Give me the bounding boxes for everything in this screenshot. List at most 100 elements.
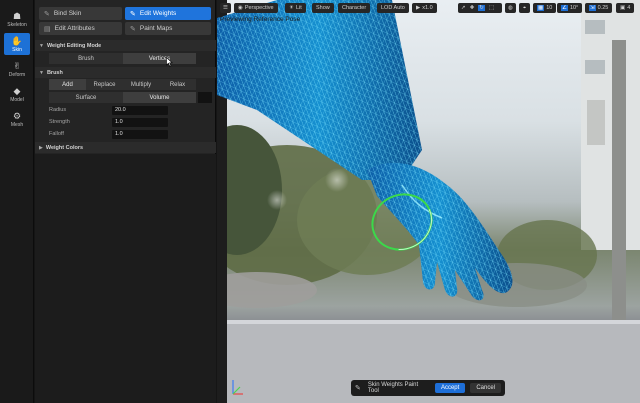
character-button[interactable]: Character: [338, 3, 371, 13]
edit-weights-icon: ✎: [130, 10, 136, 18]
weight-colors-title: Weight Colors: [45, 144, 84, 151]
paint-maps-button[interactable]: ✎ Paint Maps: [125, 22, 211, 35]
perspective-label: Perspective: [244, 5, 274, 11]
bind-skin-button[interactable]: ✎ Bind Skin: [39, 7, 122, 20]
model-icon: ◆: [13, 85, 21, 96]
camera-speed-label: 4: [627, 5, 631, 11]
brush-title: Brush: [46, 69, 63, 76]
strength-field[interactable]: 1.0: [112, 118, 168, 127]
falloff-volume-option[interactable]: Volume: [123, 92, 196, 103]
mode-skin-label: Skin: [12, 46, 22, 53]
radius-field[interactable]: 20.0: [112, 106, 168, 115]
show-button[interactable]: Show: [312, 3, 334, 13]
falloff-label: Falloff: [49, 131, 64, 137]
world-space-button[interactable]: ◍: [505, 3, 516, 13]
mode-skin-button[interactable]: ✋ Skin: [4, 33, 30, 55]
mode-mesh-button[interactable]: ⚙ Mesh: [4, 108, 30, 130]
scale-icon[interactable]: ⬚: [489, 5, 494, 11]
skeleton-icon: ☗: [12, 10, 22, 21]
perspective-button[interactable]: ◉ Perspective: [234, 3, 278, 13]
mode-mesh-label: Mesh: [10, 121, 24, 128]
select-icon[interactable]: ➚: [461, 5, 466, 11]
mode-deform-label: Deform: [8, 71, 26, 78]
rotation-snap-label: 10°: [569, 5, 579, 11]
paint-tool-icon: ✎: [355, 385, 361, 392]
edit-weights-button[interactable]: ✎ Edit Weights: [125, 7, 211, 20]
mode-skeleton-button[interactable]: ☗ Skeleton: [4, 8, 30, 30]
cancel-button[interactable]: Cancel: [470, 383, 501, 393]
mode-brush-option[interactable]: Brush: [49, 53, 123, 64]
viewport-scene: [217, 0, 640, 403]
grid-snap-label: 10: [546, 5, 553, 11]
strength-label: Strength: [49, 119, 70, 125]
rotate-icon[interactable]: ↻: [478, 5, 485, 11]
falloff-extra-option: [198, 92, 212, 103]
collapse-arrow-icon: ▼: [39, 42, 44, 49]
lod-button[interactable]: LOD Auto: [377, 3, 409, 13]
brush-op-multiply[interactable]: Multiply: [123, 79, 159, 90]
paint-maps-label: Paint Maps: [139, 25, 173, 32]
angle-icon: ∠: [561, 5, 568, 11]
tool-confirm-bar: ✎ Skin Weights Paint Tool Accept Cancel: [351, 380, 505, 396]
mesh-icon: ⚙: [12, 110, 22, 121]
surface-snap-button[interactable]: ⌖: [519, 3, 530, 13]
scale-snap-icon: ⇲: [589, 5, 596, 11]
edit-attributes-icon: ▤: [44, 25, 51, 33]
bg-window: [585, 60, 605, 74]
lightbulb-icon: ☀: [289, 5, 294, 11]
rotation-snap-button[interactable]: ∠ 10°: [557, 3, 583, 13]
edit-attributes-button[interactable]: ▤ Edit Attributes: [39, 22, 122, 35]
tool-name-label: Skin Weights Paint Tool: [367, 382, 419, 394]
brush-op-replace[interactable]: Replace: [86, 79, 123, 90]
falloff-surface-option[interactable]: Surface: [49, 92, 123, 103]
menu-icon: ☰: [223, 5, 228, 11]
bg-bokeh: [267, 190, 287, 210]
grid-snap-button[interactable]: ▦ 10: [533, 3, 557, 13]
camera-icon: ◉: [238, 5, 243, 11]
lit-button[interactable]: ☀ Lit: [285, 3, 306, 13]
paint-maps-icon: ✎: [130, 25, 136, 33]
camera-speed-button[interactable]: ▣ 4: [616, 3, 635, 13]
accept-button[interactable]: Accept: [434, 383, 466, 393]
mouse-cursor-icon: [166, 57, 173, 67]
mode-toolbar: ☗ Skeleton ✋ Skin ✌ Deform ◆ Model ⚙ Mes…: [0, 0, 34, 403]
scale-snap-button[interactable]: ⇲ 0.25: [585, 3, 613, 13]
mode-vertices-option[interactable]: Vertices: [123, 53, 196, 64]
collapse-arrow-icon: ▼: [39, 69, 44, 76]
bind-skin-label: Bind Skin: [53, 10, 82, 17]
lit-label: Lit: [295, 5, 302, 11]
snap-icon: ⌖: [522, 4, 527, 11]
bind-skin-icon: ✎: [44, 10, 50, 18]
mode-deform-button[interactable]: ✌ Deform: [4, 58, 30, 80]
viewport-menu-button[interactable]: ☰: [220, 3, 231, 13]
bg-bokeh: [325, 168, 349, 192]
play-speed-button[interactable]: ▶ x1.0: [412, 3, 437, 13]
mode-skeleton-label: Skeleton: [7, 21, 27, 28]
bg-sign: [587, 100, 605, 145]
weight-colors-header[interactable]: ▶ Weight Colors: [35, 142, 216, 153]
move-icon[interactable]: ✚: [470, 5, 475, 11]
brush-op-relax[interactable]: Relax: [159, 79, 196, 90]
preview-label: Previewing Reference Pose: [220, 16, 301, 23]
edit-attributes-label: Edit Attributes: [54, 25, 95, 32]
globe-icon: ◍: [508, 5, 513, 11]
bg-pole: [612, 40, 626, 340]
deform-icon: ✌: [13, 60, 21, 71]
scale-snap-label: 0.25: [597, 5, 609, 11]
camera-speed-icon: ▣: [620, 5, 626, 11]
brush-header[interactable]: ▼ Brush: [35, 67, 216, 78]
weight-editing-mode-title: Weight Editing Mode: [46, 42, 102, 49]
mode-model-label: Model: [10, 96, 24, 103]
panel-empty-area: [35, 154, 216, 403]
viewport[interactable]: ☰ ◉ Perspective ☀ Lit Show Character LOD…: [217, 0, 640, 403]
grid-icon: ▦: [537, 5, 545, 11]
skin-icon: ✋: [11, 35, 23, 46]
floor-edge: [227, 320, 640, 324]
falloff-field[interactable]: 1.0: [112, 130, 168, 139]
weight-editing-mode-header[interactable]: ▼ Weight Editing Mode: [35, 40, 216, 51]
mode-model-button[interactable]: ◆ Model: [4, 83, 30, 105]
expand-arrow-icon: ▶: [39, 144, 43, 151]
play-speed-label: x1.0: [422, 5, 433, 11]
brush-op-add[interactable]: Add: [49, 79, 86, 90]
bg-window: [585, 20, 605, 34]
